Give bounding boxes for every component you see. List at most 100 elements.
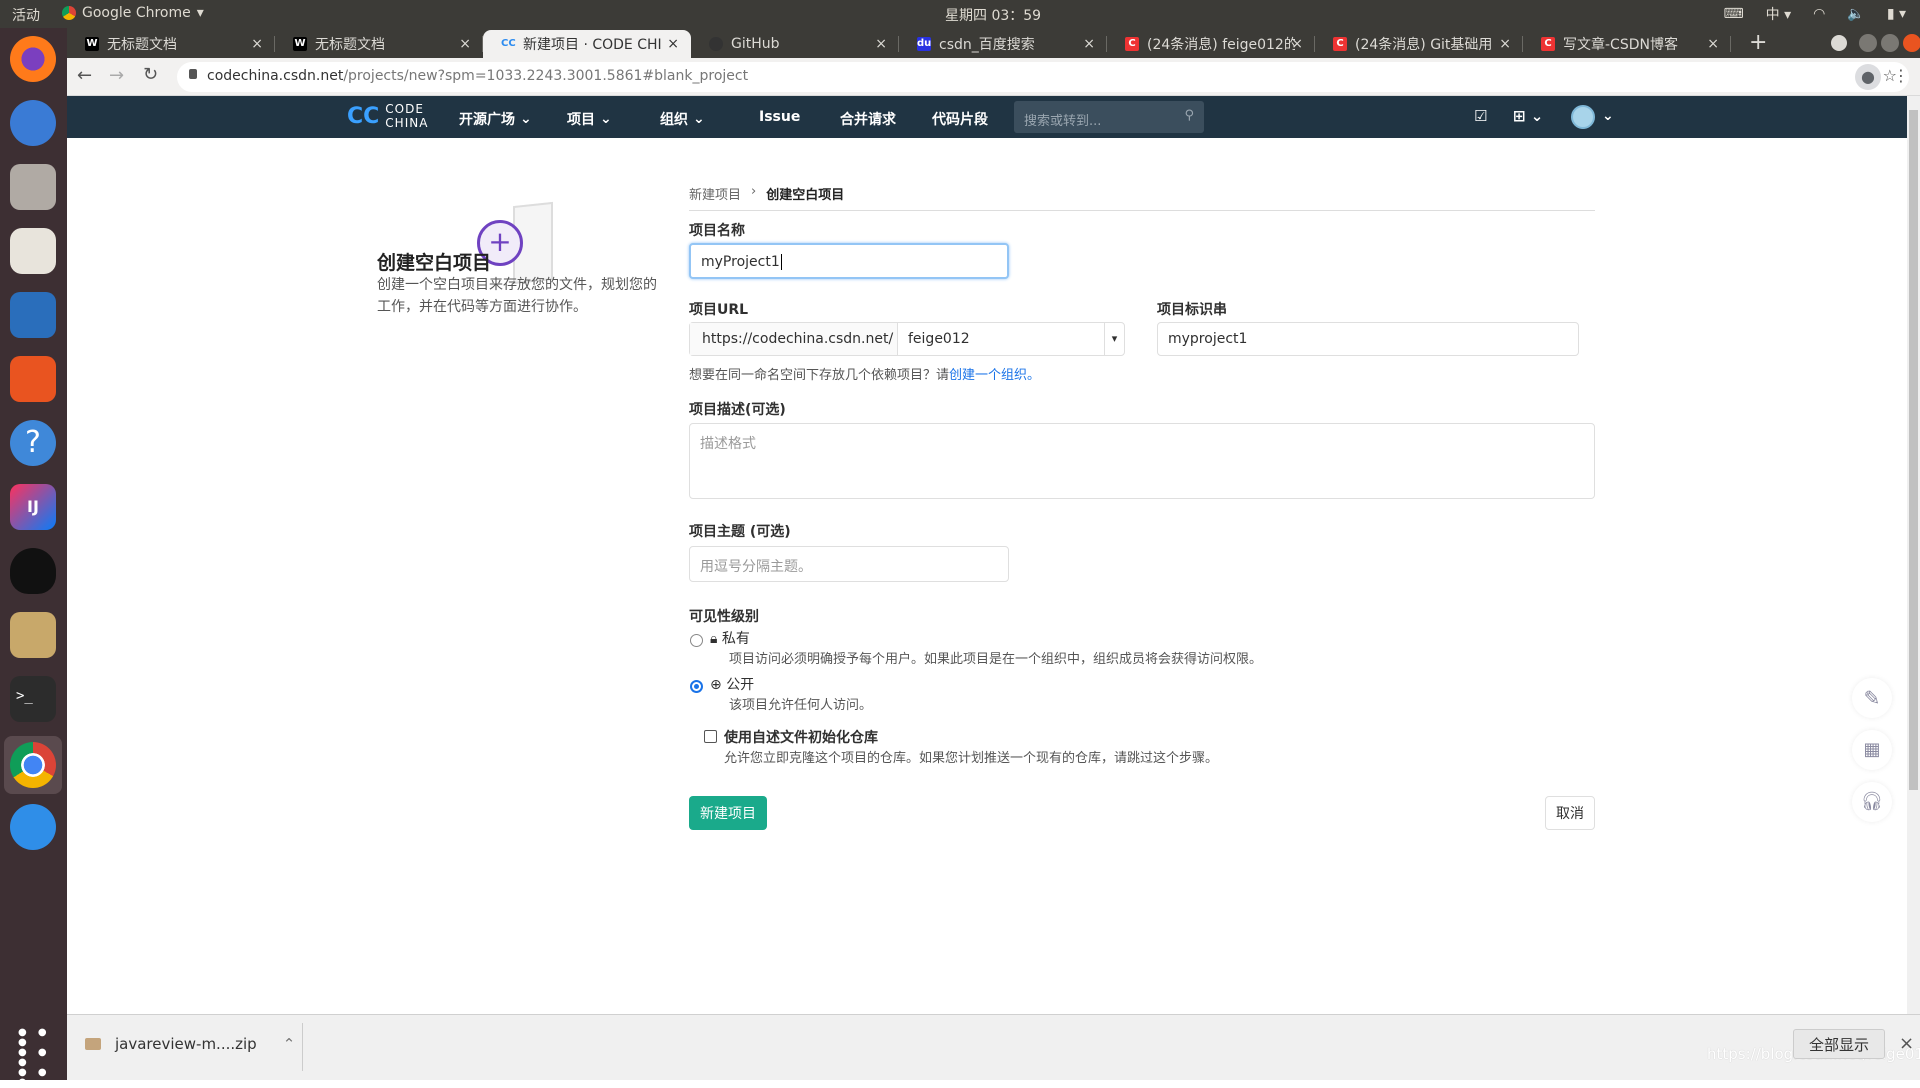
- readme-checkbox[interactable]: [704, 730, 717, 743]
- chevron-down-icon[interactable]: ⌄: [1602, 108, 1614, 124]
- nav-groups[interactable]: 组织⌄: [660, 109, 705, 129]
- download-bar: javareview-m....zip ⌃ https://blog.csdn.…: [67, 1014, 1920, 1080]
- forward-button[interactable]: →: [109, 65, 124, 86]
- scrollbar-thumb[interactable]: [1909, 110, 1918, 790]
- tab[interactable]: ducsdn_百度搜索×: [899, 30, 1107, 58]
- close-tab-icon[interactable]: ×: [667, 36, 679, 52]
- firefox-icon[interactable]: [10, 36, 56, 82]
- rhythmbox-icon[interactable]: [10, 228, 56, 274]
- namespace-help: 想要在同一命名空间下存放几个依赖项目？请创建一个组织。: [689, 364, 1040, 383]
- close-tab-icon[interactable]: ×: [1499, 36, 1511, 52]
- visibility-private-help: 项目访问必须明确授予每个用户。如果此项目是在一个组织中，组织成员将会获得访问权限…: [729, 648, 1262, 667]
- help-icon[interactable]: ?: [10, 420, 56, 466]
- visibility-public-radio[interactable]: [690, 680, 703, 693]
- visibility-public-option[interactable]: ⊕ 公开: [710, 674, 754, 694]
- breadcrumb-parent[interactable]: 新建项目: [689, 184, 741, 203]
- visibility-private-radio[interactable]: [690, 634, 703, 647]
- close-tab-icon[interactable]: ×: [459, 36, 471, 52]
- project-slug-input[interactable]: myproject1: [1157, 322, 1579, 356]
- close-tab-icon[interactable]: ×: [875, 36, 887, 52]
- visibility-private-option[interactable]: 🔒︎ 私有: [710, 628, 750, 648]
- back-button[interactable]: ←: [77, 65, 92, 86]
- url-prefix: https://codechina.csdn.net/: [690, 323, 898, 355]
- todo-icon[interactable]: ☑: [1474, 107, 1487, 125]
- terminal-icon[interactable]: >_: [10, 676, 56, 722]
- search-icon: ⚲: [1184, 108, 1194, 123]
- nav-open-source[interactable]: 开源广场⌄: [459, 109, 532, 129]
- user-avatar[interactable]: [1571, 105, 1595, 129]
- qq-icon[interactable]: [10, 548, 56, 594]
- readme-label[interactable]: 使用自述文件初始化仓库: [724, 727, 878, 747]
- codechina-logo[interactable]: CC CODECHINA: [347, 102, 428, 130]
- feishu-icon[interactable]: [10, 804, 56, 850]
- download-item[interactable]: javareview-m....zip ⌃: [85, 1035, 295, 1053]
- menu-icon[interactable]: ⋮: [1893, 66, 1909, 85]
- divider: [689, 210, 1595, 211]
- codechina-icon: CC: [501, 37, 515, 51]
- app-name: Google Chrome: [82, 5, 191, 21]
- qr-code-icon[interactable]: ▦: [1852, 730, 1892, 770]
- create-group-link[interactable]: 创建一个组织。: [949, 368, 1040, 383]
- url-host: codechina.csdn.net: [207, 68, 343, 84]
- close-tab-icon[interactable]: ×: [1083, 36, 1095, 52]
- tab-active[interactable]: CC新建项目 · CODE CHI×: [483, 30, 691, 58]
- chevron-up-icon[interactable]: ⌃: [283, 1035, 296, 1053]
- project-name-input[interactable]: myProject1: [689, 243, 1009, 279]
- wifi-icon[interactable]: ◠: [1813, 6, 1825, 22]
- left-description: 创建一个空白项目来存放您的文件，规划您的工作，并在代码等方面进行协作。: [377, 274, 659, 318]
- close-tab-icon[interactable]: ×: [1707, 36, 1719, 52]
- tab-search-button[interactable]: [1831, 35, 1847, 51]
- tab[interactable]: C(24条消息) Git基础用×: [1315, 30, 1523, 58]
- chrome-dock-icon[interactable]: [4, 736, 62, 794]
- show-all-downloads-button[interactable]: 全部显示: [1793, 1029, 1885, 1059]
- top-navbar: CC CODECHINA 开源广场⌄ 项目⌄ 组织⌄ Issue 合并请求 代码…: [67, 96, 1907, 138]
- close-tab-icon[interactable]: ×: [251, 36, 263, 52]
- tab[interactable]: C写文章-CSDN博客×: [1523, 30, 1731, 58]
- thunderbird-icon[interactable]: [10, 100, 56, 146]
- cancel-button[interactable]: 取消: [1545, 796, 1595, 830]
- files-icon[interactable]: [10, 164, 56, 210]
- description-textarea[interactable]: 描述格式: [689, 423, 1595, 499]
- tab[interactable]: W无标题文档×: [67, 30, 275, 58]
- clock[interactable]: 星期四 03：59: [945, 5, 1041, 25]
- nav-snippets[interactable]: 代码片段: [932, 109, 988, 129]
- caret-down-icon: ▾: [197, 5, 204, 21]
- customer-service-icon[interactable]: 🎧︎: [1852, 782, 1892, 822]
- search-input[interactable]: 搜索或转到...⚲: [1014, 101, 1204, 133]
- nav-projects[interactable]: 项目⌄: [567, 109, 612, 129]
- write-article-icon[interactable]: ✎: [1852, 678, 1892, 718]
- tab[interactable]: W无标题文档×: [275, 30, 483, 58]
- app-menu[interactable]: Google Chrome ▾: [62, 5, 204, 21]
- nav-issues[interactable]: Issue: [759, 109, 800, 125]
- minimize-button[interactable]: [1859, 34, 1877, 52]
- tab[interactable]: C(24条消息) feige012的×: [1107, 30, 1315, 58]
- show-apps-icon[interactable]: ● ● ●● ● ●● ● ●: [18, 1028, 67, 1088]
- topics-input[interactable]: 用逗号分隔主题。: [689, 546, 1009, 582]
- writer-icon[interactable]: [10, 292, 56, 338]
- ime-indicator[interactable]: 中 ▾: [1766, 4, 1791, 24]
- tab-strip: W无标题文档× W无标题文档× CC新建项目 · CODE CHI× GitHu…: [67, 28, 1920, 58]
- new-dropdown[interactable]: ⊞ ⌄: [1513, 107, 1543, 125]
- new-tab-button[interactable]: +: [1749, 30, 1767, 55]
- close-window-button[interactable]: [1903, 34, 1920, 52]
- battery-icon[interactable]: ▮ ▾: [1887, 6, 1906, 22]
- nav-merge-requests[interactable]: 合并请求: [840, 109, 896, 129]
- browser-window: W无标题文档× W无标题文档× CC新建项目 · CODE CHI× GitHu…: [67, 28, 1920, 1080]
- software-center-icon[interactable]: [10, 356, 56, 402]
- profile-icon[interactable]: ●: [1855, 64, 1881, 90]
- namespace-select[interactable]: feige012▾: [898, 323, 1124, 355]
- intellij-icon[interactable]: IJ: [10, 484, 56, 530]
- page-scrollbar[interactable]: [1907, 96, 1920, 1014]
- tab[interactable]: GitHub×: [691, 30, 899, 58]
- close-download-bar-icon[interactable]: ×: [1899, 1033, 1914, 1054]
- chevron-down-icon: ⌄: [520, 111, 532, 127]
- create-project-button[interactable]: 新建项目: [689, 796, 767, 830]
- maximize-button[interactable]: [1881, 34, 1899, 52]
- reload-button[interactable]: ↻: [143, 64, 158, 85]
- address-bar[interactable]: codechina.csdn.net/projects/new?spm=1033…: [177, 62, 1909, 92]
- archive-icon[interactable]: [10, 612, 56, 658]
- keyboard-icon[interactable]: ⌨: [1723, 6, 1743, 22]
- volume-icon[interactable]: 🔈: [1847, 6, 1864, 22]
- close-tab-icon[interactable]: ×: [1291, 36, 1303, 52]
- activities-button[interactable]: 活动: [12, 5, 40, 25]
